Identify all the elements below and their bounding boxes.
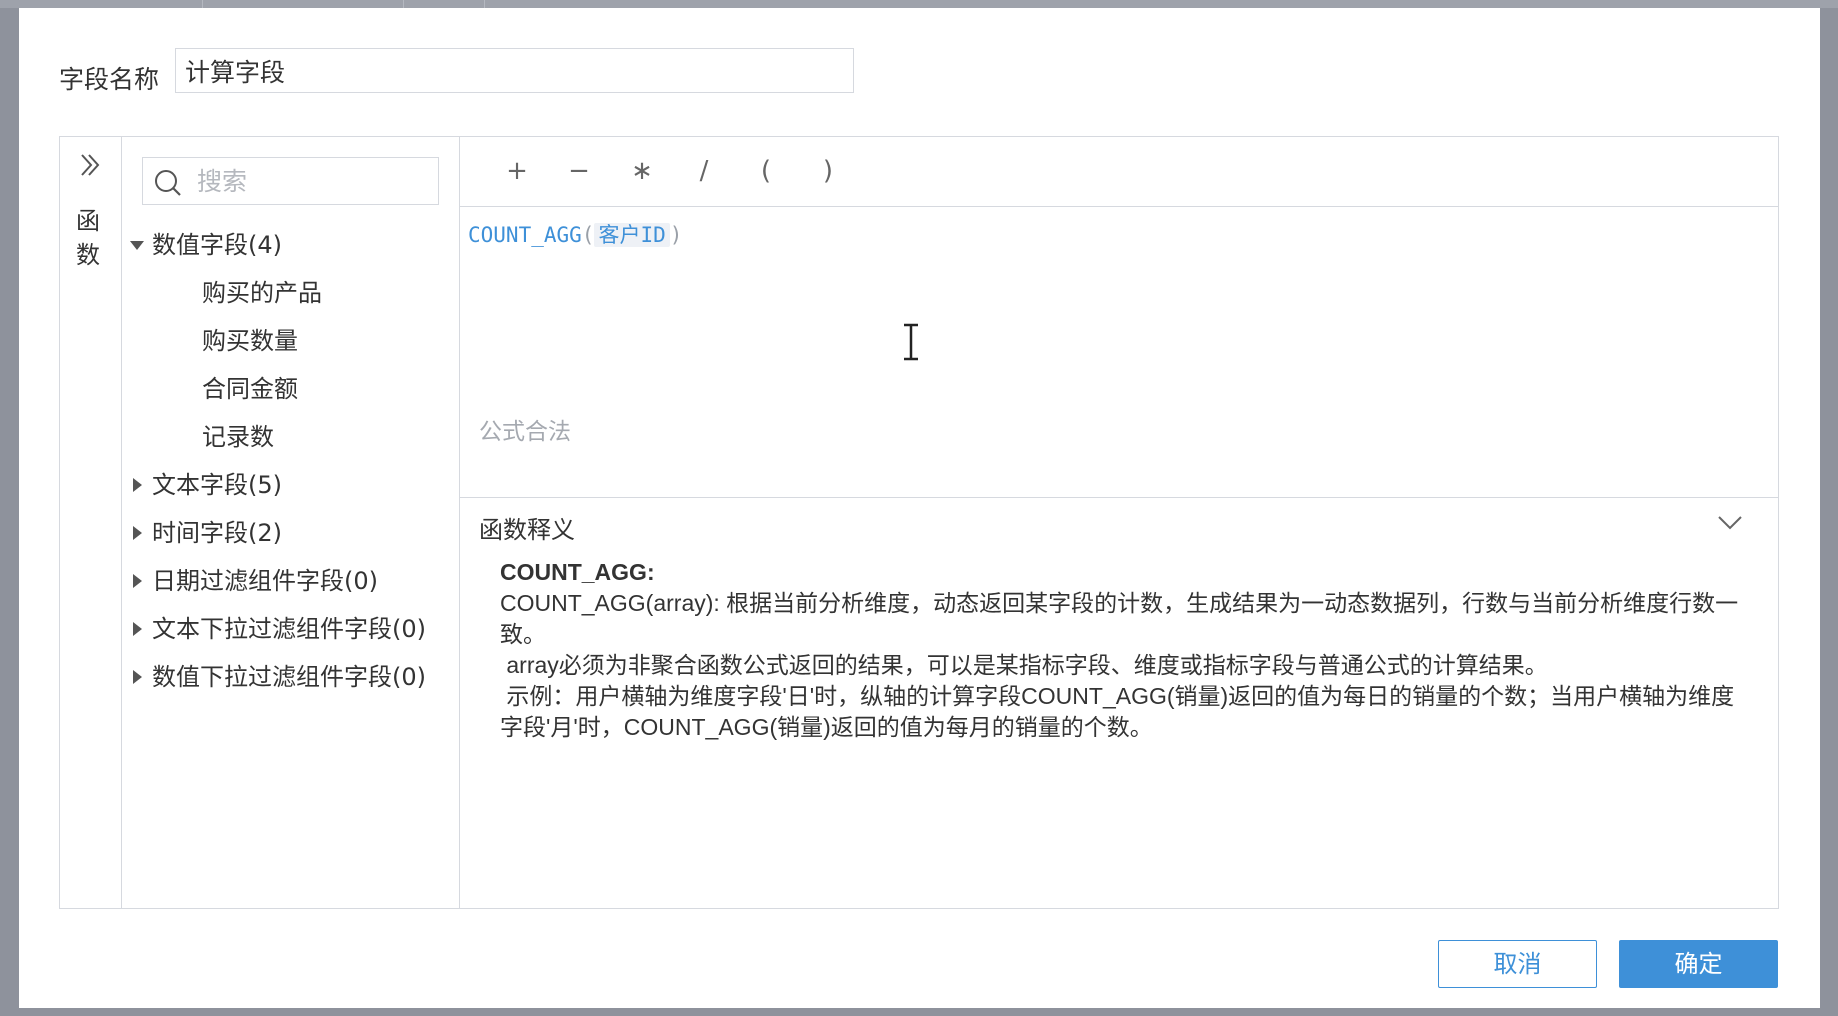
tree-group-date-filter[interactable]: 日期过滤组件字段(0) [122, 557, 459, 605]
field-search-input[interactable] [197, 158, 427, 204]
confirm-button[interactable]: 确定 [1619, 940, 1778, 988]
caret-right-icon [133, 670, 142, 684]
background-tab-strip [0, 0, 1838, 8]
background-tab [203, 0, 404, 8]
caret-right-icon [133, 478, 142, 492]
tree-group-label: 数值下拉过滤组件字段(0) [152, 663, 426, 691]
tree-item[interactable]: 购买的产品 [122, 269, 459, 317]
formula-close-paren: ) [669, 223, 683, 247]
field-name-input[interactable] [175, 48, 854, 93]
operator-plus-button[interactable]: + [496, 150, 538, 192]
formula-field-chip[interactable]: 客户ID [594, 223, 670, 247]
tree-group-numeric-dropdown-filter[interactable]: 数值下拉过滤组件字段(0) [122, 653, 459, 701]
tree-group-text-dropdown-filter[interactable]: 文本下拉过滤组件字段(0) [122, 605, 459, 653]
tree-group-label: 文本字段(5) [152, 471, 282, 499]
formula-text[interactable]: COUNT_AGG(客户ID) [468, 219, 682, 251]
cancel-button[interactable]: 取消 [1438, 940, 1597, 988]
formula-validity-status: 公式合法 [479, 419, 571, 445]
tree-item-label: 记录数 [202, 423, 274, 451]
background-tab [0, 0, 203, 8]
formula-workspace: + − ∗ / ( ) COUNT_AGG(客户ID) 公式合法 函数释义 C… [460, 137, 1778, 908]
formula-open-paren: ( [581, 223, 595, 247]
caret-right-icon [133, 622, 142, 636]
tree-item[interactable]: 合同金额 [122, 365, 459, 413]
operator-open-paren-button[interactable]: ( [745, 150, 787, 192]
tree-group-label: 日期过滤组件字段(0) [152, 567, 378, 595]
operator-divide-button[interactable]: / [683, 150, 725, 192]
tree-item[interactable]: 购买数量 [122, 317, 459, 365]
double-chevron-right-icon[interactable] [76, 151, 104, 179]
tree-group-time[interactable]: 时间字段(2) [122, 509, 459, 557]
function-help-paragraph: array必须为非聚合函数公式返回的结果，可以是某指标字段、维度或指标字段与普通… [500, 652, 1548, 678]
field-list-panel: 数值字段(4) 购买的产品 购买数量 合同金额 记录数 文本字段(5) 时间字段… [122, 137, 460, 908]
calculated-field-dialog: 字段名称 函数 数值字段(4) 购买的产 [19, 8, 1820, 1008]
function-help-panel: 函数释义 COUNT_AGG: COUNT_AGG(array): 根据当前分析… [460, 497, 1778, 908]
tree-group-text[interactable]: 文本字段(5) [122, 461, 459, 509]
formula-function-name: COUNT_AGG [468, 223, 582, 247]
formula-input-area[interactable]: COUNT_AGG(客户ID) [460, 207, 1778, 492]
background-tab [404, 0, 485, 8]
function-rail: 函数 [60, 137, 122, 908]
operator-close-paren-button[interactable]: ) [807, 150, 849, 192]
field-name-label: 字段名称 [59, 65, 160, 94]
field-tree: 数值字段(4) 购买的产品 购买数量 合同金额 记录数 文本字段(5) 时间字段… [122, 221, 459, 701]
function-help-heading: COUNT_AGG: [500, 559, 655, 585]
operator-minus-button[interactable]: − [558, 150, 600, 192]
function-help-paragraph: 示例：用户横轴为维度字段'日'时，纵轴的计算字段COUNT_AGG(销量)返回的… [500, 683, 1735, 740]
field-search[interactable] [142, 157, 439, 205]
function-help-body: COUNT_AGG: COUNT_AGG(array): 根据当前分析维度，动态… [500, 557, 1740, 743]
operator-multiply-button[interactable]: ∗ [621, 150, 663, 192]
tree-item[interactable]: 记录数 [122, 413, 459, 461]
caret-right-icon [133, 526, 142, 540]
operator-toolbar: + − ∗ / ( ) [460, 137, 1778, 207]
tree-group-label: 数值字段(4) [152, 231, 282, 259]
chevron-down-icon[interactable] [1715, 512, 1745, 534]
caret-right-icon [133, 574, 142, 588]
tree-item-label: 合同金额 [202, 375, 298, 403]
search-icon [155, 170, 181, 196]
tree-group-label: 文本下拉过滤组件字段(0) [152, 615, 426, 643]
text-cursor-icon [904, 323, 918, 361]
formula-editor: 函数 数值字段(4) 购买的产品 购买数量 合同金额 记录数 [59, 136, 1779, 909]
function-help-title: 函数释义 [479, 516, 575, 544]
caret-down-icon [130, 241, 144, 250]
tree-item-label: 购买的产品 [202, 279, 322, 307]
tree-group-label: 时间字段(2) [152, 519, 282, 547]
tree-item-label: 购买数量 [202, 327, 298, 355]
function-help-paragraph: COUNT_AGG(array): 根据当前分析维度，动态返回某字段的计数，生成… [500, 590, 1739, 647]
function-rail-label[interactable]: 函数 [74, 204, 102, 272]
tree-group-numeric[interactable]: 数值字段(4) [122, 221, 459, 269]
